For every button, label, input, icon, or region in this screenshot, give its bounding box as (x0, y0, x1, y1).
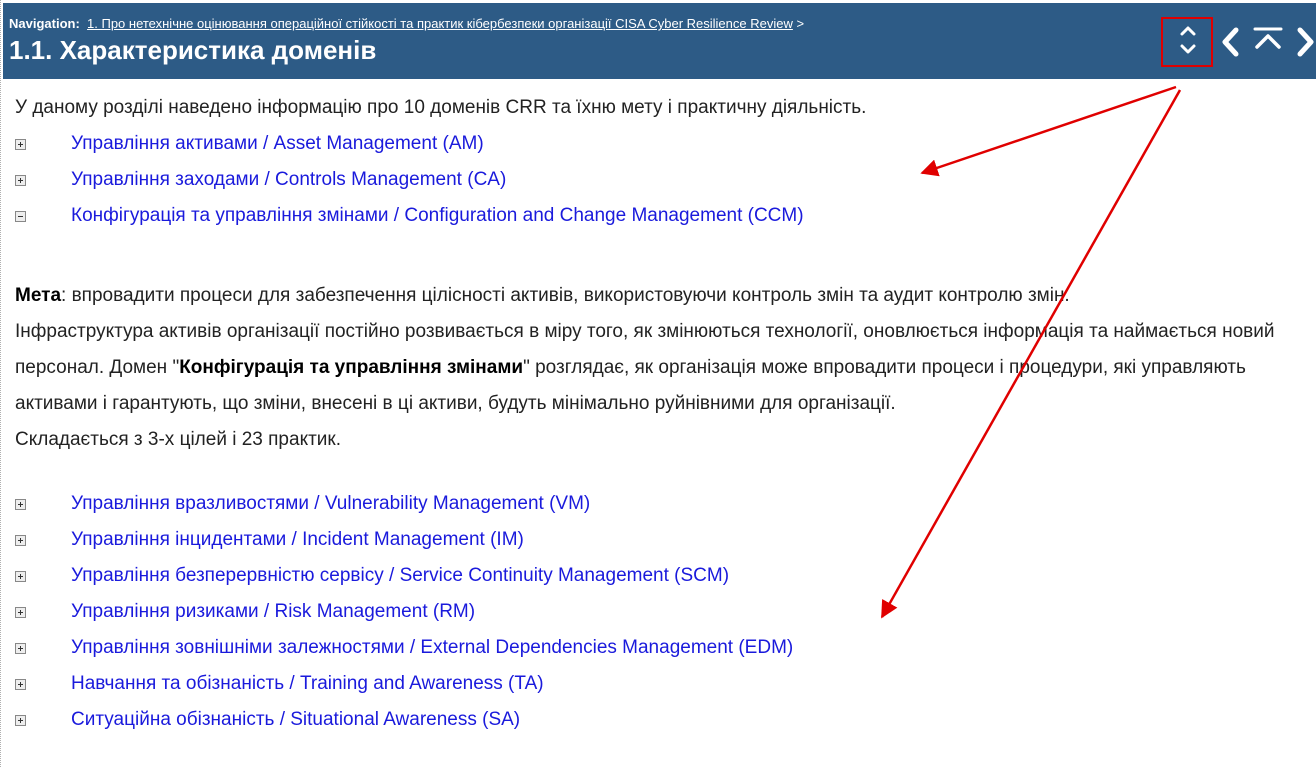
expand-plus-icon[interactable] (15, 715, 26, 726)
collapse-minus-icon[interactable] (15, 211, 26, 222)
goal-text: : впровадити процеси для забезпечення ці… (61, 285, 1070, 306)
topic-header: Navigation: 1. Про нетехнічне оцінювання… (3, 3, 1316, 79)
chevron-right-icon (1297, 27, 1314, 57)
expand-plus-icon[interactable] (15, 535, 26, 546)
domain-link[interactable]: Ситуаційна обізнаність / Situational Awa… (71, 709, 520, 731)
expand-plus-icon[interactable] (15, 643, 26, 654)
goal-paragraph: Мета: впровадити процеси для забезпеченн… (15, 278, 1310, 314)
domain-link[interactable]: Управління активами / Asset Management (… (71, 133, 484, 155)
go-top-icon (1253, 27, 1283, 49)
description-paragraph: Інфраструктура активів організації пості… (15, 314, 1310, 422)
domain-link[interactable]: Управління ризиками / Risk Management (R… (71, 601, 475, 623)
expand-plus-icon[interactable] (15, 679, 26, 690)
domain-link[interactable]: Конфігурація та управління змінами / Con… (71, 205, 804, 227)
domain-link[interactable]: Управління заходами / Controls Managemen… (71, 169, 506, 191)
domain-link[interactable]: Навчання та обізнаність / Training and A… (71, 673, 544, 695)
ccm-description: Мета: впровадити процеси для забезпеченн… (15, 278, 1310, 458)
domain-link[interactable]: Управління безперервністю сервісу / Serv… (71, 565, 729, 587)
domain-link[interactable]: Управління зовнішніми залежностями / Ext… (71, 637, 793, 659)
expand-collapse-button[interactable] (1161, 17, 1213, 67)
chevron-left-icon (1222, 27, 1239, 57)
breadcrumb-link[interactable]: 1. Про нетехнічне оцінювання операційної… (87, 16, 793, 31)
expand-plus-icon[interactable] (15, 571, 26, 582)
composition-paragraph: Складається з 3-х цілей і 23 практик. (15, 429, 341, 450)
nav-label: Navigation: (9, 16, 80, 31)
domain-link[interactable]: Управління інцидентами / Incident Manage… (71, 529, 524, 551)
domain-name-bold: Конфігурація та управління змінами (179, 357, 524, 378)
domain-link[interactable]: Управління вразливостями / Vulnerability… (71, 493, 590, 515)
goal-label: Мета (15, 285, 62, 306)
go-top-button[interactable] (1251, 17, 1291, 67)
breadcrumb-separator: > (796, 16, 805, 31)
expand-plus-icon[interactable] (15, 499, 26, 510)
breadcrumb: Navigation: 1. Про нетехнічне оцінювання… (9, 16, 804, 31)
expand-plus-icon[interactable] (15, 607, 26, 618)
expand-collapse-icon (1180, 26, 1196, 54)
page-title: 1.1. Характеристика доменів (9, 35, 377, 65)
expand-plus-icon[interactable] (15, 175, 26, 186)
intro-text: У даному розділі наведено інформацію про… (15, 97, 867, 118)
expand-plus-icon[interactable] (15, 139, 26, 150)
next-topic-button[interactable] (1291, 17, 1316, 67)
